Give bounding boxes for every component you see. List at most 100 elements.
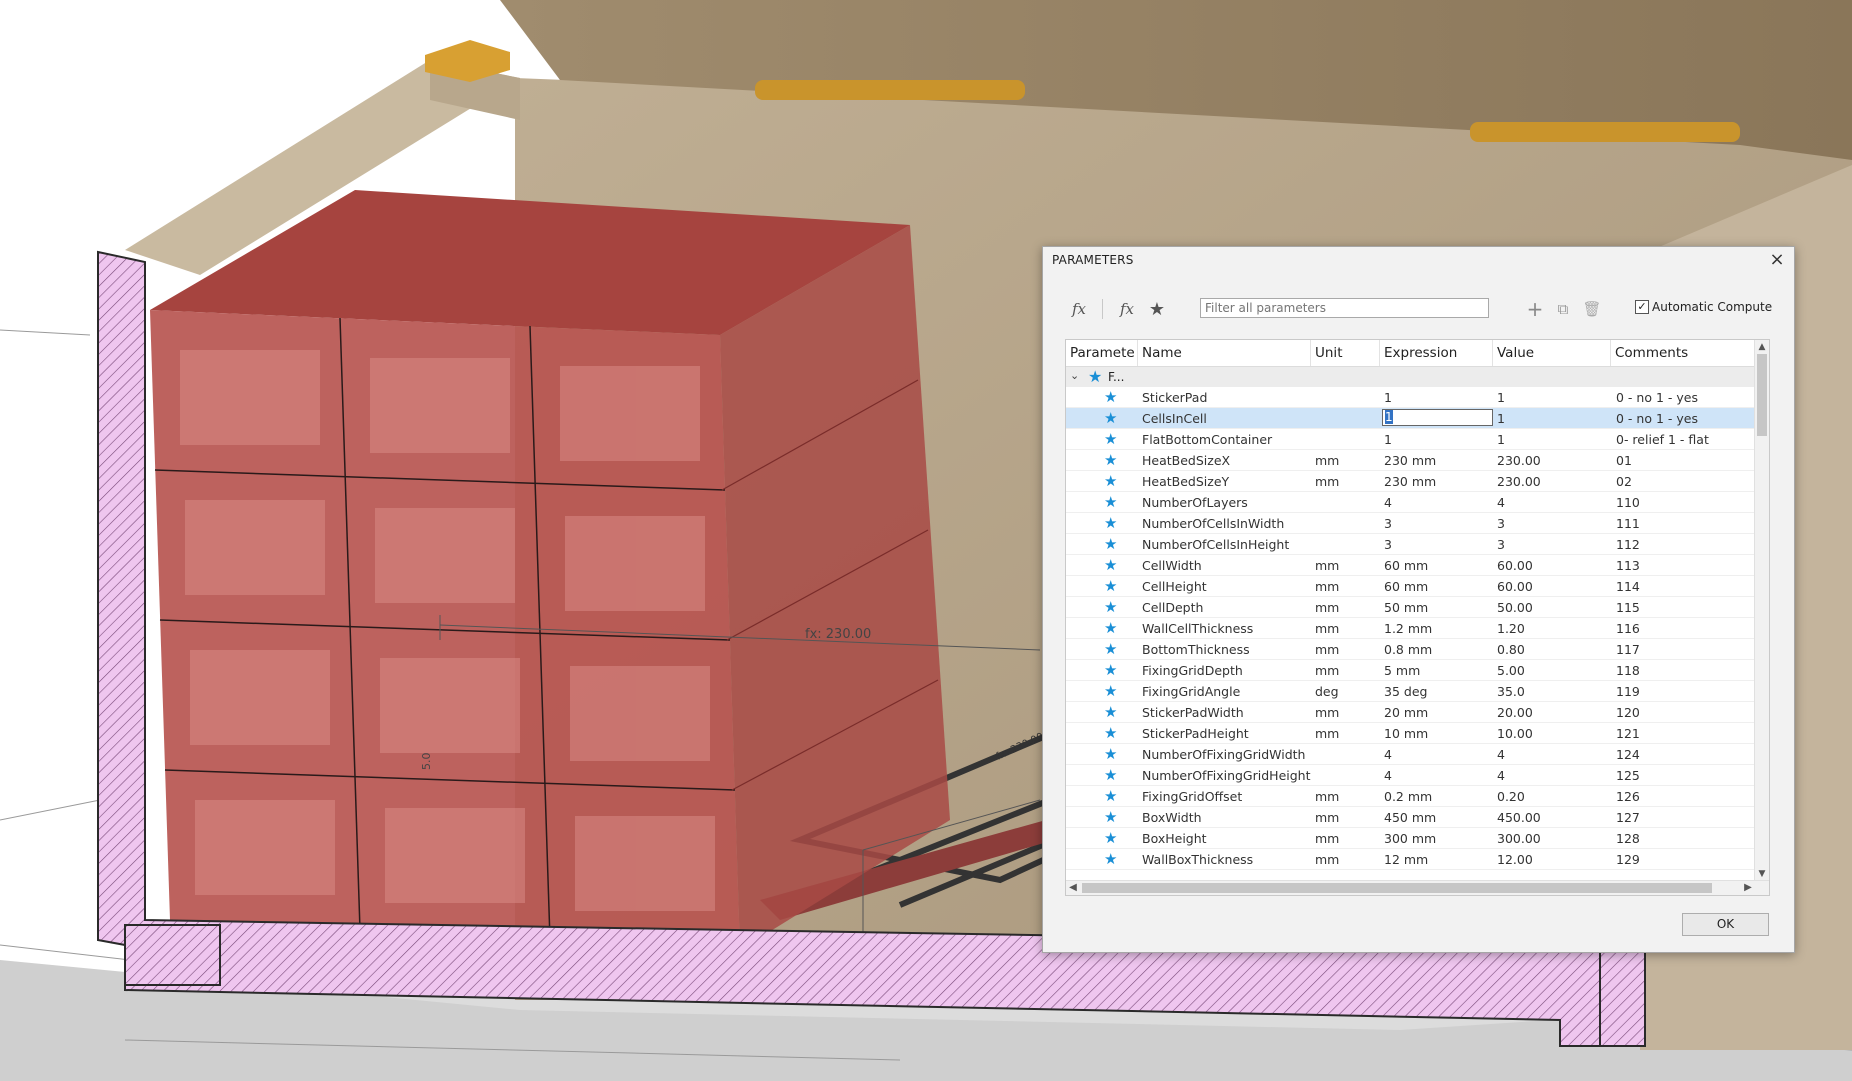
table-row[interactable]: ★ CellWidth mm 60 mm 60.00 113	[1066, 555, 1754, 576]
parameter-unit: mm	[1315, 558, 1340, 573]
parameter-name: HeatBedSizeY	[1142, 474, 1230, 489]
ok-button[interactable]: OK	[1682, 913, 1769, 936]
favorite-star-icon[interactable]: ★	[1104, 745, 1117, 763]
parameter-unit: mm	[1315, 474, 1340, 489]
column-header-value[interactable]: Value	[1493, 340, 1611, 366]
vertical-scrollbar[interactable]: ▲ ▼	[1754, 340, 1769, 881]
favorite-star-icon[interactable]: ★	[1104, 640, 1117, 658]
close-icon[interactable]: ×	[1766, 247, 1788, 273]
parameter-comment: 112	[1616, 537, 1640, 552]
table-row[interactable]: ★ NumberOfFixingGridHeight 4 4 125	[1066, 765, 1754, 786]
favorite-star-icon[interactable]: ★	[1104, 808, 1117, 826]
favorite-star-icon[interactable]: ★	[1104, 430, 1117, 448]
table-row[interactable]: ★ CellHeight mm 60 mm 60.00 114	[1066, 576, 1754, 597]
table-row[interactable]: ★ CellDepth mm 50 mm 50.00 115	[1066, 597, 1754, 618]
automatic-compute-toggle[interactable]: ✓ Automatic Compute	[1635, 300, 1772, 314]
parameter-expression: 1	[1384, 432, 1392, 447]
parameter-expression: 450 mm	[1384, 810, 1437, 825]
parameter-name: NumberOfCellsInHeight	[1142, 537, 1290, 552]
automatic-compute-checkbox[interactable]: ✓	[1635, 300, 1649, 314]
table-row[interactable]: ★ StickerPad 1 1 0 - no 1 - yes	[1066, 387, 1754, 408]
favorite-star-icon[interactable]: ★	[1104, 661, 1117, 679]
horizontal-scrollbar[interactable]: ◀ ▶	[1066, 880, 1769, 895]
expression-edit-field[interactable]: 1	[1382, 409, 1493, 426]
table-row[interactable]: ★ WallBoxThickness mm 12 mm 12.00 129	[1066, 849, 1754, 870]
table-row[interactable]: ★ CellsInCell 1 1 0 - no 1 - yes	[1066, 408, 1754, 429]
parameter-comment: 125	[1616, 768, 1640, 783]
function-icon[interactable]: fx	[1065, 297, 1093, 321]
table-row[interactable]: ★ BottomThickness mm 0.8 mm 0.80 117	[1066, 639, 1754, 660]
parameter-value: 0.20	[1497, 789, 1525, 804]
scroll-down-icon[interactable]: ▼	[1755, 867, 1769, 881]
chevron-down-icon[interactable]: ⌄	[1070, 369, 1079, 382]
table-row[interactable]: ★ FixingGridAngle deg 35 deg 35.0 119	[1066, 681, 1754, 702]
column-header-unit[interactable]: Unit	[1311, 340, 1380, 366]
parameter-unit: mm	[1315, 579, 1340, 594]
favorite-star-icon[interactable]: ★	[1104, 577, 1117, 595]
favorite-star-icon[interactable]: ★	[1104, 514, 1117, 532]
filter-input[interactable]	[1200, 298, 1489, 318]
add-parameter-icon[interactable]: +	[1523, 297, 1547, 321]
scroll-up-icon[interactable]: ▲	[1755, 340, 1769, 354]
favorite-star-icon[interactable]: ★	[1104, 829, 1117, 847]
user-parameter-icon[interactable]: fx	[1113, 297, 1141, 321]
parameter-comment: 0- relief 1 - flat	[1616, 432, 1709, 447]
table-row[interactable]: ★ BoxWidth mm 450 mm 450.00 127	[1066, 807, 1754, 828]
favorite-star-icon[interactable]: ★	[1104, 472, 1117, 490]
parameter-name: CellWidth	[1142, 558, 1202, 573]
table-row[interactable]: ★ StickerPadHeight mm 10 mm 10.00 121	[1066, 723, 1754, 744]
parameter-unit: mm	[1315, 831, 1340, 846]
favorite-star-icon[interactable]: ★	[1104, 451, 1117, 469]
table-row[interactable]: ★ NumberOfCellsInWidth 3 3 111	[1066, 513, 1754, 534]
column-header-expression[interactable]: Expression	[1380, 340, 1493, 366]
delete-icon[interactable]: 🗑	[1580, 297, 1604, 321]
favorite-star-icon[interactable]: ★	[1104, 703, 1117, 721]
favorite-star-icon[interactable]: ★	[1104, 724, 1117, 742]
scroll-left-icon[interactable]: ◀	[1066, 881, 1080, 895]
table-row[interactable]: ★ BoxHeight mm 300 mm 300.00 128	[1066, 828, 1754, 849]
vertical-scroll-thumb[interactable]	[1757, 354, 1767, 436]
horizontal-scroll-thumb[interactable]	[1082, 883, 1712, 893]
parameter-unit: mm	[1315, 726, 1340, 741]
parameter-comment: 129	[1616, 852, 1640, 867]
favorite-star-icon[interactable]: ★	[1104, 556, 1117, 574]
favorite-star-icon[interactable]: ★	[1104, 682, 1117, 700]
table-row[interactable]: ★ FlatBottomContainer 1 1 0- relief 1 - flat	[1066, 429, 1754, 450]
table-row[interactable]: ★ NumberOfFixingGridWidth 4 4 124	[1066, 744, 1754, 765]
scroll-right-icon[interactable]: ▶	[1741, 881, 1755, 895]
parameter-value: 0.80	[1497, 642, 1525, 657]
favorite-star-icon[interactable]: ★	[1104, 619, 1117, 637]
column-header-parameter[interactable]: Paramete	[1066, 340, 1138, 366]
parameter-comment: 119	[1616, 684, 1640, 699]
favorite-star-icon[interactable]: ★	[1104, 493, 1117, 511]
favorite-star-icon[interactable]: ★	[1104, 598, 1117, 616]
table-row[interactable]: ★ FixingGridOffset mm 0.2 mm 0.20 126	[1066, 786, 1754, 807]
table-row[interactable]: ★ NumberOfLayers 4 4 110	[1066, 492, 1754, 513]
favorite-star-icon[interactable]: ★	[1104, 850, 1117, 868]
column-header-comments[interactable]: Comments	[1611, 340, 1754, 366]
favorite-star-icon[interactable]: ★	[1104, 409, 1117, 427]
group-name: F...	[1108, 370, 1125, 384]
group-row-favorites[interactable]: ⌄ ★ F...	[1066, 367, 1754, 387]
table-row[interactable]: ★ NumberOfCellsInHeight 3 3 112	[1066, 534, 1754, 555]
parameter-value: 230.00	[1497, 453, 1541, 468]
parameter-name: FlatBottomContainer	[1142, 432, 1273, 447]
parameter-comment: 114	[1616, 579, 1640, 594]
favorite-star-icon[interactable]: ★	[1104, 535, 1117, 553]
table-row[interactable]: ★ FixingGridDepth mm 5 mm 5.00 118	[1066, 660, 1754, 681]
favorite-star-icon[interactable]: ★	[1104, 388, 1117, 406]
parameter-comment: 127	[1616, 810, 1640, 825]
parameter-value: 50.00	[1497, 600, 1533, 615]
favorite-star-icon[interactable]: ★	[1104, 766, 1117, 784]
table-row[interactable]: ★ StickerPadWidth mm 20 mm 20.00 120	[1066, 702, 1754, 723]
column-header-name[interactable]: Name	[1138, 340, 1311, 366]
parameter-comment: 128	[1616, 831, 1640, 846]
parameter-comment: 126	[1616, 789, 1640, 804]
table-row[interactable]: ★ WallCellThickness mm 1.2 mm 1.20 116	[1066, 618, 1754, 639]
table-row[interactable]: ★ HeatBedSizeY mm 230 mm 230.00 02	[1066, 471, 1754, 492]
copy-icon[interactable]: ⧉	[1551, 297, 1575, 321]
favorites-star-icon[interactable]: ★	[1143, 297, 1171, 321]
table-row[interactable]: ★ HeatBedSizeX mm 230 mm 230.00 01	[1066, 450, 1754, 471]
parameter-value: 20.00	[1497, 705, 1533, 720]
favorite-star-icon[interactable]: ★	[1104, 787, 1117, 805]
